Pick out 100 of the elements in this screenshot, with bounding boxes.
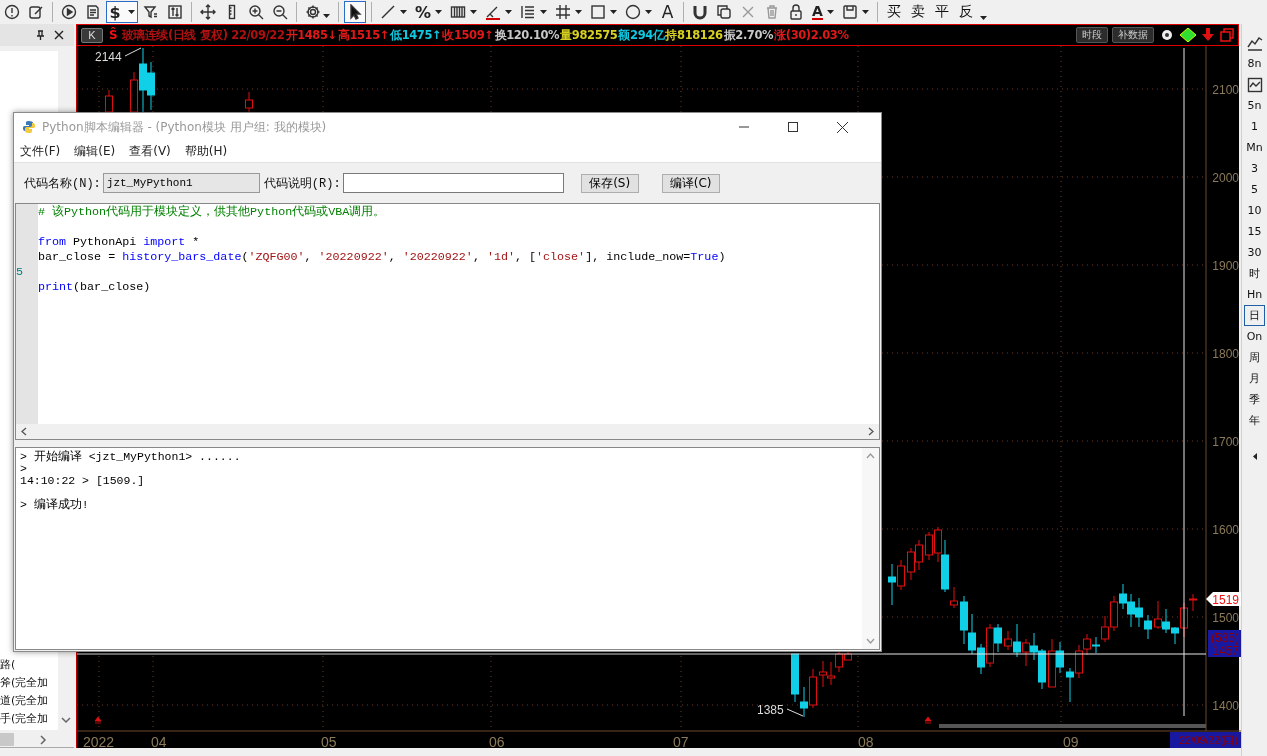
bars-icon[interactable] (450, 4, 467, 20)
play-icon[interactable] (61, 4, 77, 20)
trade-button[interactable]: 平 (930, 1, 953, 23)
period-button[interactable]: 3 (1244, 158, 1265, 179)
zoom-in-icon[interactable] (248, 4, 264, 20)
caret-icon[interactable] (861, 10, 869, 14)
chart-button[interactable]: 补数据 (1112, 27, 1154, 43)
caret-icon[interactable] (400, 10, 407, 14)
period-button[interactable]: 30 (1244, 242, 1265, 263)
caret-icon[interactable] (826, 10, 834, 14)
period-button[interactable]: 8n (1244, 53, 1265, 74)
currency-tool-button[interactable]: $ (106, 1, 138, 23)
magnet-icon[interactable] (692, 4, 709, 20)
scroll-right-icon[interactable] (40, 734, 47, 745)
settings-icon[interactable] (1160, 28, 1174, 42)
form-button[interactable]: 编译(C) (661, 173, 720, 193)
code-editor[interactable]: 5 # 该Python代码用于模块定义，供其他Python代码或VBA调用。 from PythonApi import * bar_close = history_bars_date('ZQFG00', '20220922', '20220922', '1d', ['close'], include_now=True) print(bar_close) (15, 203, 880, 440)
menu-item[interactable]: 编辑(E) (74, 143, 116, 160)
name-field[interactable]: jzt_MyPython1 (102, 173, 260, 193)
move-icon[interactable] (200, 4, 216, 20)
period-button[interactable]: 年 (1244, 410, 1265, 431)
caret-icon[interactable] (645, 10, 653, 14)
period-button[interactable]: Mn (1244, 137, 1265, 158)
download-icon[interactable] (1202, 28, 1214, 42)
scroll-down-icon[interactable] (60, 717, 71, 724)
scroll-up-icon[interactable] (866, 453, 875, 459)
period-button[interactable]: On (1244, 326, 1265, 347)
caret-icon[interactable] (979, 16, 987, 20)
scroll-right-icon[interactable] (868, 427, 874, 436)
grid-icon[interactable] (555, 4, 572, 20)
maximize-icon[interactable] (788, 122, 798, 132)
lock-icon[interactable] (788, 4, 805, 20)
period-button[interactable]: 季 (1244, 389, 1265, 410)
chart-button[interactable]: 时段 (1076, 27, 1108, 43)
scroll-down-icon[interactable] (866, 638, 875, 644)
pin-icon[interactable] (35, 30, 45, 40)
square-icon[interactable] (590, 4, 607, 20)
menu-item[interactable]: 查看(V) (129, 143, 171, 160)
list-item[interactable]: 手(完全加 (0, 710, 58, 728)
description-field[interactable] (342, 173, 564, 193)
close-icon[interactable] (837, 121, 848, 133)
save-icon[interactable] (841, 4, 858, 20)
period-button[interactable]: 周 (1244, 347, 1265, 368)
line-tool-icon[interactable] (380, 4, 396, 20)
period-button[interactable]: Hn (1244, 284, 1265, 305)
pointer-tool-button[interactable] (344, 1, 366, 23)
copy-icon[interactable] (716, 4, 733, 20)
edit-icon[interactable] (28, 4, 44, 20)
leader-line (124, 47, 142, 57)
quote-text: 额294亿 (618, 27, 665, 43)
period-button[interactable]: 日 (1244, 305, 1265, 326)
quote-text: 振2.70% (723, 27, 774, 43)
alert-icon[interactable] (4, 4, 20, 20)
period-button[interactable]: 10 (1244, 200, 1265, 221)
list-item[interactable]: 道(完全加 (0, 692, 58, 710)
settings-icon[interactable] (305, 4, 321, 20)
scroll-left-icon[interactable] (21, 427, 27, 436)
trade-button[interactable]: 反 (954, 1, 977, 23)
diamond-icon[interactable] (1180, 28, 1196, 42)
percent-tool-button[interactable]: % (412, 1, 446, 23)
menu-item[interactable]: 帮助(H) (184, 143, 228, 160)
filter-icon[interactable] (143, 4, 159, 20)
caret-icon[interactable] (575, 10, 583, 14)
circle-icon[interactable] (625, 4, 642, 20)
list-icon[interactable] (520, 4, 537, 20)
list-item[interactable]: 斧(完全加 (0, 674, 58, 692)
zoom-out-icon[interactable] (272, 4, 288, 20)
period-menu-button[interactable]: K (80, 27, 103, 43)
trade-button[interactable]: 卖 (906, 1, 929, 23)
font-color-button[interactable]: A (809, 1, 837, 23)
period-button[interactable]: 5n (1244, 95, 1265, 116)
chart-window-icon[interactable] (1246, 76, 1263, 93)
restore-icon[interactable] (1220, 28, 1234, 42)
caret-icon[interactable] (127, 10, 135, 14)
caret-icon[interactable] (470, 10, 478, 14)
form-button[interactable]: 保存(S) (580, 173, 639, 193)
output-line: > 开始编译 <jzt_MyPython1> ...... (20, 451, 242, 463)
candle (1021, 638, 1030, 667)
date-label: 04 (150, 734, 167, 748)
period-button[interactable]: 1 (1244, 116, 1265, 137)
caret-icon[interactable] (610, 10, 618, 14)
trade-button[interactable]: 买 (882, 1, 905, 23)
caret-icon[interactable] (540, 10, 548, 14)
period-button[interactable]: 月 (1244, 368, 1265, 389)
line-chart-icon[interactable] (1246, 34, 1263, 51)
scrollbar-thumb[interactable] (0, 733, 14, 746)
text-tool-button[interactable]: A (657, 1, 679, 23)
caret-icon[interactable] (435, 10, 443, 14)
sort-icon[interactable] (167, 4, 183, 20)
close-icon[interactable] (53, 30, 64, 40)
caret-icon[interactable] (323, 14, 330, 18)
period-button[interactable]: 5 (1244, 179, 1265, 200)
document-icon[interactable] (85, 4, 101, 20)
caret-icon[interactable] (505, 10, 513, 14)
period-button[interactable]: 15 (1244, 221, 1265, 242)
period-button[interactable]: 时 (1244, 263, 1265, 284)
menu-item[interactable]: 文件(F) (20, 143, 61, 160)
list-item[interactable]: 路( (0, 656, 58, 674)
collapse-icon[interactable] (1252, 453, 1257, 460)
angle-icon[interactable] (485, 4, 502, 20)
